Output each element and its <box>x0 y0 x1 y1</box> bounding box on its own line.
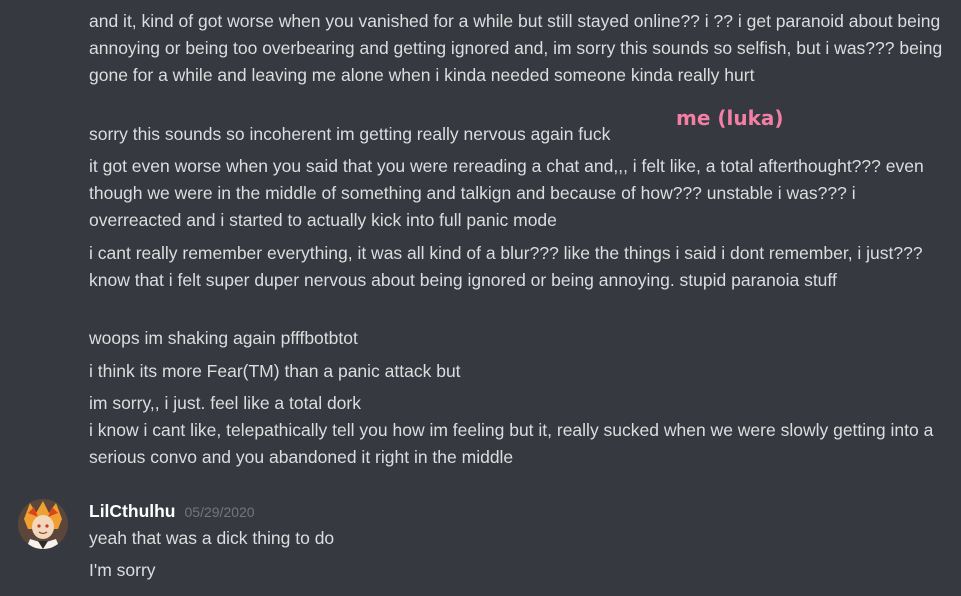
message-text: sorry this sounds so incoherent im getti… <box>89 124 611 144</box>
message-text: it got even worse when you said that you… <box>89 156 924 230</box>
username[interactable]: LilCthulhu <box>89 497 176 525</box>
message-text: i think its more Fear(TM) than a panic a… <box>89 361 461 381</box>
message-text: i cant really remember everything, it wa… <box>89 243 923 290</box>
message-text: woops im shaking again pfffbotbtot <box>89 328 358 348</box>
message-header: LilCthulhu 05/29/2020 <box>89 497 255 525</box>
chat-message-list: and it, kind of got worse when you vanis… <box>0 0 961 596</box>
timestamp[interactable]: 05/29/2020 <box>185 498 255 526</box>
message-text: I'm sorry <box>89 560 156 580</box>
annotation-label: me (luka) <box>676 106 784 130</box>
avatar[interactable] <box>18 499 68 549</box>
message-text: and it, kind of got worse when you vanis… <box>89 11 943 85</box>
message-text: i know i cant like, telepathically tell … <box>89 420 934 467</box>
message-text: yeah that was a dick thing to do <box>89 528 335 548</box>
avatar-image <box>18 499 68 549</box>
message-text: im sorry,, i just. feel like a total dor… <box>89 393 361 413</box>
